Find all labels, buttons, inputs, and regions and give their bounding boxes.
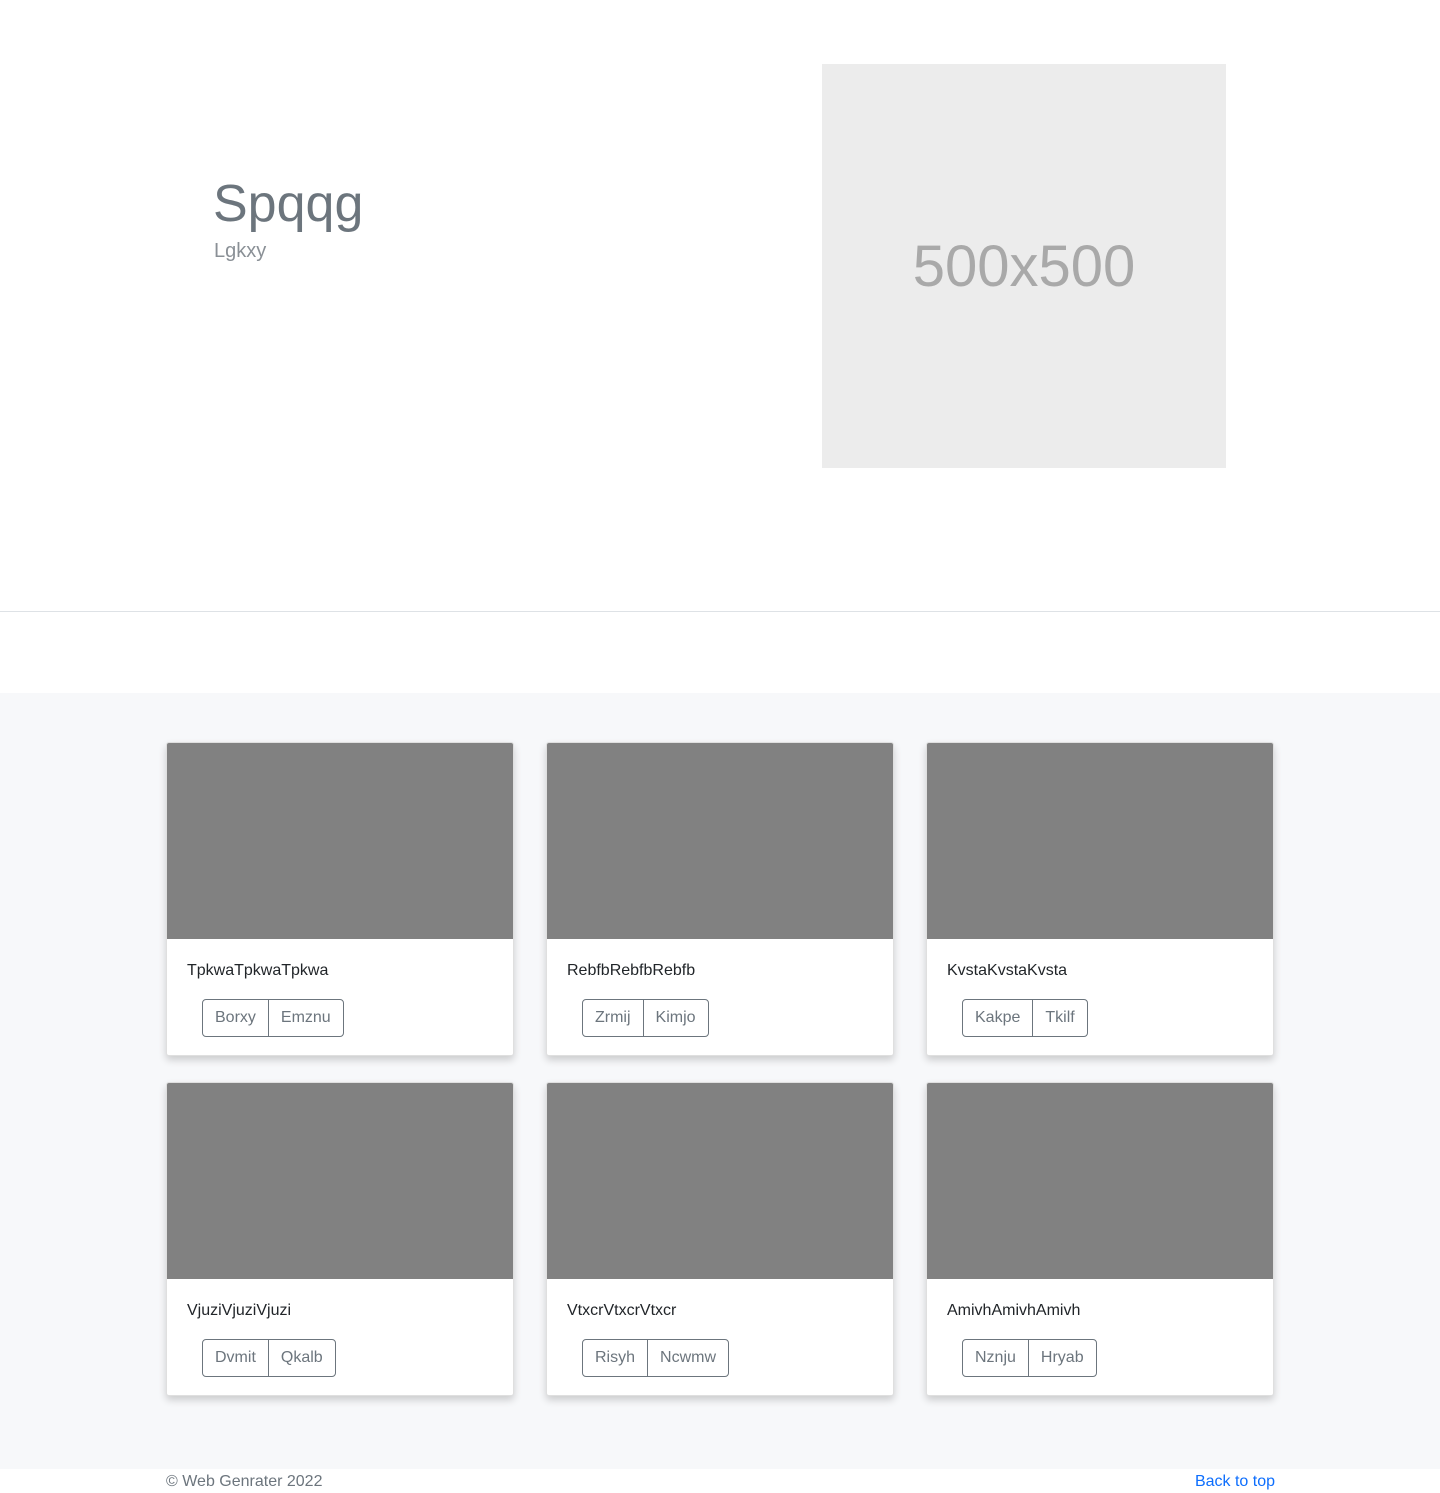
card-text: VtxcrVtxcrVtxcr <box>567 1302 677 1319</box>
card-button-group: Dvmit Qkalb <box>202 1339 336 1377</box>
card: RebfbRebfbRebfb Zrmij Kimjo <box>546 742 894 1056</box>
card-thumbnail <box>547 1083 893 1279</box>
hero-placeholder-image: 500x500 <box>822 64 1226 468</box>
card-button[interactable]: Dvmit <box>202 1339 269 1377</box>
copyright-text: © Web Genrater 2022 <box>166 1473 323 1490</box>
card: VjuziVjuziVjuzi Dvmit Qkalb <box>166 1082 514 1396</box>
card-button[interactable]: Emznu <box>267 999 344 1037</box>
card-button[interactable]: Ncwmw <box>647 1339 730 1377</box>
card-button[interactable]: Risyh <box>582 1339 649 1377</box>
album-section: TpkwaTpkwaTpkwa Borxy Emznu RebfbRebfbRe… <box>0 693 1440 1469</box>
card-button-group: Risyh Ncwmw <box>582 1339 730 1377</box>
card-text: TpkwaTpkwaTpkwa <box>187 962 329 979</box>
card: AmivhAmivhAmivh Nznju Hryab <box>926 1082 1274 1396</box>
hero-title: Spqqg <box>213 175 364 233</box>
card-button[interactable]: Qkalb <box>267 1339 336 1377</box>
back-to-top-link[interactable]: Back to top <box>1195 1472 1275 1492</box>
hero-subtitle: Lgkxy <box>214 240 267 262</box>
card-button-group: Borxy Emznu <box>202 999 344 1037</box>
card-text: RebfbRebfbRebfb <box>567 962 696 979</box>
card-button[interactable]: Tkilf <box>1032 999 1088 1037</box>
card-thumbnail <box>927 743 1273 939</box>
card-button[interactable]: Kimjo <box>642 999 709 1037</box>
card-button[interactable]: Borxy <box>202 999 269 1037</box>
card-button-group: Kakpe Tkilf <box>962 999 1088 1037</box>
footer: © Web Genrater 2022 Back to top <box>0 1469 1440 1493</box>
hero-image-label: 500x500 <box>912 233 1136 299</box>
card-button[interactable]: Kakpe <box>962 999 1034 1037</box>
card-button-group: Nznju Hryab <box>962 1339 1097 1377</box>
card: TpkwaTpkwaTpkwa Borxy Emznu <box>166 742 514 1056</box>
hero-section: Spqqg Lgkxy 500x500 <box>0 0 1440 612</box>
card-thumbnail <box>167 743 513 939</box>
card: KvstaKvstaKvsta Kakpe Tkilf <box>926 742 1274 1056</box>
card-thumbnail <box>927 1083 1273 1279</box>
card-thumbnail <box>167 1083 513 1279</box>
card-text: VjuziVjuziVjuzi <box>187 1302 292 1319</box>
card-thumbnail <box>547 743 893 939</box>
card-button[interactable]: Hryab <box>1027 1339 1097 1377</box>
card-button-group: Zrmij Kimjo <box>582 999 709 1037</box>
card-text: KvstaKvstaKvsta <box>947 962 1068 979</box>
card-button[interactable]: Nznju <box>962 1339 1029 1377</box>
card-text: AmivhAmivhAmivh <box>947 1302 1081 1319</box>
card: VtxcrVtxcrVtxcr Risyh Ncwmw <box>546 1082 894 1396</box>
card-button[interactable]: Zrmij <box>582 999 644 1037</box>
